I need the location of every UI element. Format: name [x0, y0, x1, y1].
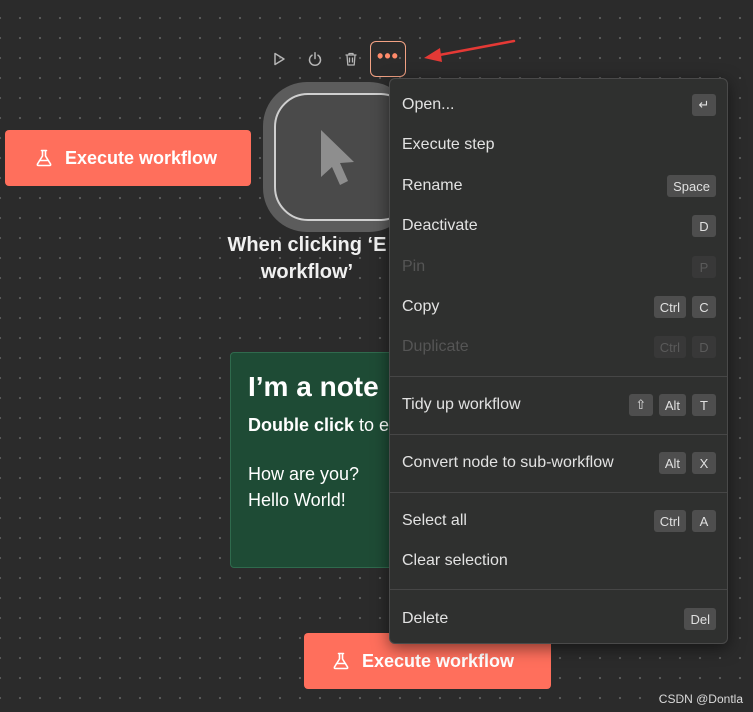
execute-workflow-label: Execute workflow	[65, 147, 218, 168]
shortcut-key: C	[692, 296, 716, 318]
menu-item-pin: Pin P	[390, 247, 727, 287]
sticky-note[interactable]: I’m a note Double click to e How are you…	[230, 352, 410, 568]
menu-item-delete[interactable]: Delete Del	[390, 599, 727, 639]
menu-item-clear-selection[interactable]: Clear selection	[390, 541, 727, 581]
shortcut-key: Ctrl	[653, 336, 686, 358]
menu-item-copy[interactable]: Copy Ctrl C	[390, 287, 727, 327]
sticky-note-line2: How are you?	[248, 464, 360, 484]
menu-item-label: Rename	[402, 177, 463, 194]
delete-node-button[interactable]	[334, 42, 368, 76]
menu-divider	[390, 376, 727, 377]
shortcut-key: D	[692, 215, 716, 237]
shortcut-key: Ctrl	[653, 296, 686, 318]
sticky-note-title: I’m a note	[248, 371, 379, 402]
menu-item-select-all[interactable]: Select all Ctrl A	[390, 501, 727, 541]
menu-item-rename[interactable]: Rename Space	[390, 166, 727, 206]
menu-divider	[390, 492, 727, 493]
trigger-node-label: When clicking ‘E workflow’	[227, 234, 387, 283]
sticky-note-rest-text: to e	[354, 415, 390, 435]
more-icon: •••	[377, 45, 399, 66]
menu-item-label: Clear selection	[402, 552, 508, 569]
play-icon	[274, 52, 285, 66]
menu-item-tidy-up[interactable]: Tidy up workflow ⇧ Alt T	[390, 385, 727, 425]
menu-item-label: Pin	[402, 258, 426, 275]
flask-icon	[36, 149, 52, 167]
menu-item-label: Copy	[402, 298, 440, 315]
menu-item-label: Deactivate	[402, 217, 478, 234]
shortcut-key: Ctrl	[653, 510, 686, 532]
menu-item-label: Open...	[402, 96, 455, 113]
menu-item-open[interactable]: Open... ↵	[390, 85, 727, 125]
menu-item-deactivate[interactable]: Deactivate D	[390, 206, 727, 246]
sticky-note-line3: Hello World!	[248, 490, 346, 510]
shortcut-key: Alt	[658, 394, 686, 416]
menu-item-label: Select all	[402, 512, 467, 529]
shortcut-key: P	[692, 256, 716, 278]
trash-icon	[345, 52, 357, 66]
execute-workflow-button[interactable]: Execute workflow	[5, 130, 251, 186]
power-icon	[308, 52, 322, 66]
enter-key-icon: ↵	[692, 94, 716, 116]
menu-item-duplicate: Duplicate Ctrl D	[390, 327, 727, 367]
menu-item-label: Duplicate	[402, 338, 469, 355]
flask-icon	[333, 652, 349, 670]
shift-key-icon: ⇧	[628, 394, 653, 416]
node-context-menu: Open... ↵ Execute step Rename Space Deac…	[389, 78, 728, 644]
execute-step-button[interactable]	[262, 42, 296, 76]
deactivate-button[interactable]	[298, 42, 332, 76]
shortcut-key: Alt	[658, 452, 686, 474]
node-toolbar: •••	[262, 41, 408, 77]
menu-item-label: Convert node to sub-workflow	[402, 454, 614, 471]
shortcut-key: A	[692, 510, 716, 532]
annotation-arrow-icon	[424, 39, 516, 62]
shortcut-key: T	[692, 394, 716, 416]
menu-item-convert-sub-workflow[interactable]: Convert node to sub-workflow Alt X	[390, 443, 727, 483]
execute-workflow-label: Execute workflow	[362, 650, 515, 671]
menu-item-execute-step[interactable]: Execute step	[390, 125, 727, 165]
watermark: CSDN @Dontla	[658, 692, 743, 706]
shortcut-key: Del	[684, 608, 716, 630]
more-options-button[interactable]: •••	[370, 41, 406, 77]
menu-divider	[390, 589, 727, 590]
shortcut-key: X	[692, 452, 716, 474]
sticky-note-line1: Double click to e	[248, 415, 409, 436]
menu-item-label: Delete	[402, 610, 449, 627]
cursor-icon	[321, 130, 354, 185]
sticky-note-bold-text: Double click	[248, 415, 355, 435]
shortcut-key: Space	[667, 175, 716, 197]
menu-item-label: Execute step	[402, 136, 495, 153]
shortcut-key: D	[692, 336, 716, 358]
menu-item-label: Tidy up workflow	[402, 396, 521, 413]
menu-divider	[390, 434, 727, 435]
